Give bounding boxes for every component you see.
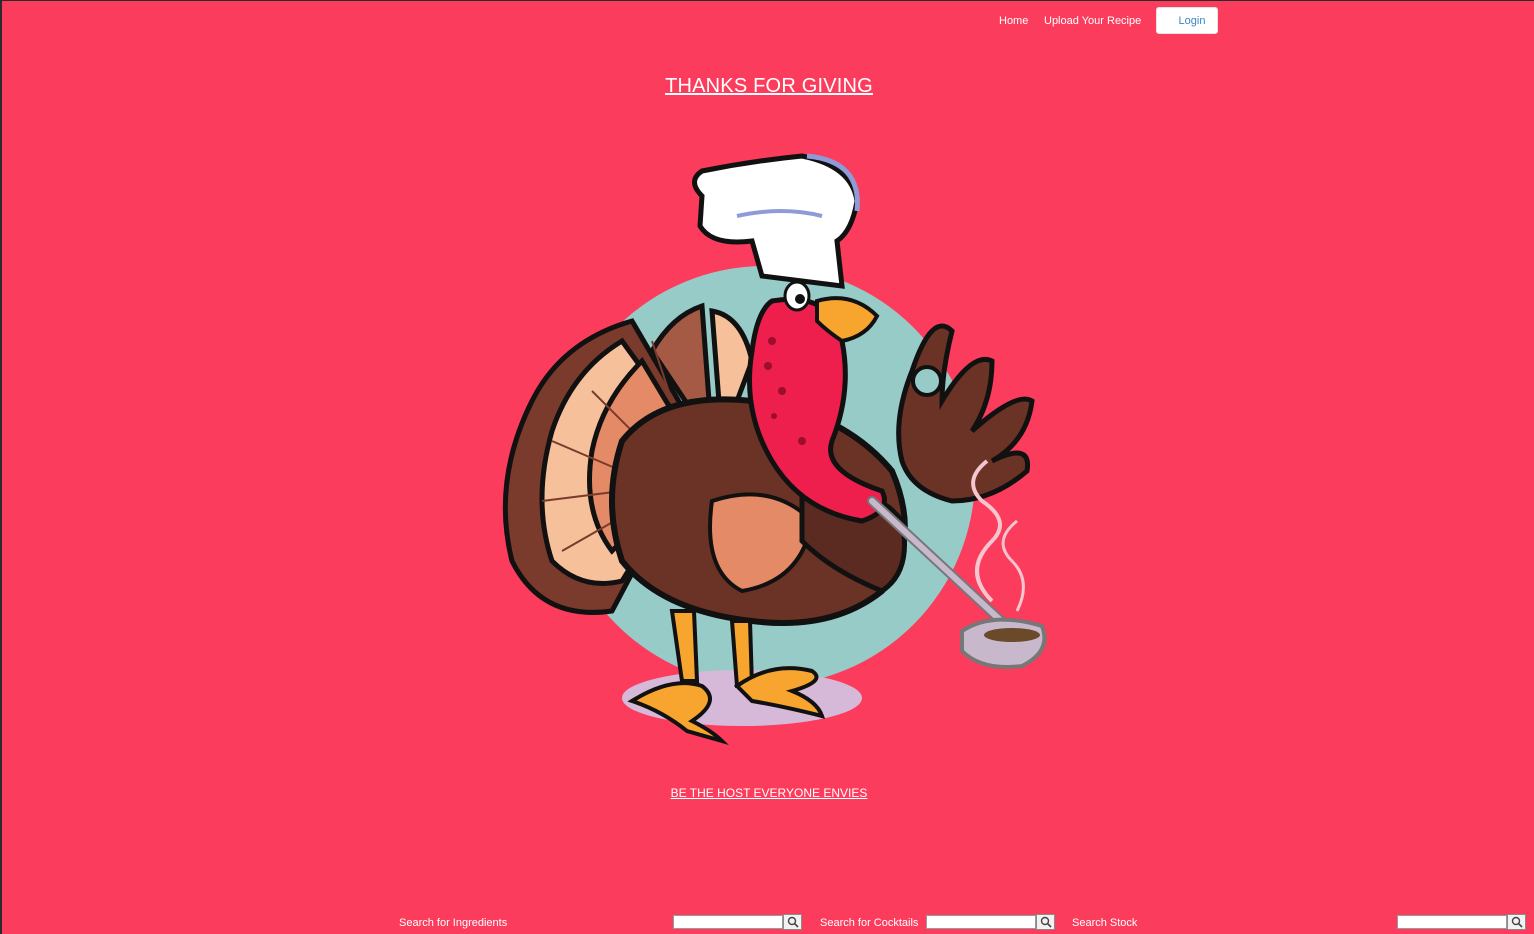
nav-home-link[interactable]: Home — [999, 15, 1028, 27]
login-button[interactable]: Login — [1156, 7, 1218, 34]
search-ingredients-input[interactable] — [673, 915, 783, 929]
search-bar: Search for Ingredients Search for Cockta… — [2, 913, 1534, 934]
nav-upload-recipe-link[interactable]: Upload Your Recipe — [1044, 15, 1141, 27]
top-nav: Home Upload Your Recipe Login — [2, 7, 1534, 35]
search-cocktails-label: Search for Cocktails — [820, 917, 919, 929]
search-icon — [1040, 916, 1052, 928]
search-ingredients-label: Search for Ingredients — [399, 917, 508, 929]
search-icon — [787, 916, 799, 928]
hero-illustration — [472, 141, 1072, 751]
search-cocktails-button[interactable] — [1036, 914, 1055, 930]
search-icon — [1511, 916, 1523, 928]
search-ingredients-button[interactable] — [783, 914, 802, 930]
page-title: THANKS FOR GIVING — [665, 75, 873, 97]
search-stock-button[interactable] — [1507, 914, 1526, 930]
search-cocktails-input[interactable] — [926, 915, 1036, 929]
search-stock-input[interactable] — [1397, 915, 1507, 929]
tagline-link[interactable]: BE THE HOST EVERYONE ENVIES — [2, 786, 1534, 800]
chef-turkey-icon — [502, 153, 1047, 746]
search-stock-label: Search Stock — [1072, 917, 1138, 929]
